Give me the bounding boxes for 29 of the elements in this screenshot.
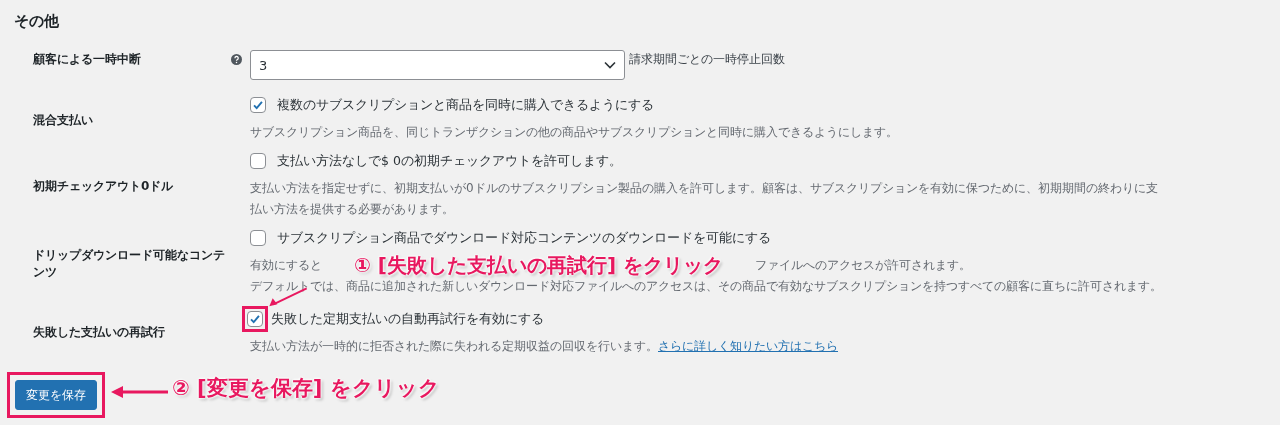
description-text: 払い方法を提供する必要があります。 xyxy=(250,202,454,216)
annotation-arrow xyxy=(110,384,170,400)
annotation-text: ② [変更を保存] をクリック xyxy=(172,375,440,402)
save-button[interactable]: 変更を保存 xyxy=(15,380,97,410)
setting-label: 顧客による一時中断 xyxy=(33,50,142,68)
checkbox-label: 支払い方法なしで$ 0の初期チェックアウトを許可します。 xyxy=(277,152,622,170)
checkbox-label: 複数のサブスクリプションと商品を同時に購入できるようにする xyxy=(277,96,654,114)
description-text: 支払い方法を指定せずに、初期支払いが0ドルのサブスクリプション製品の購入を許可します。顧客は、サブスクリプションを有効に保つために、初期期間の終わりに支 xyxy=(250,181,1158,195)
setting-label: 混合支払い xyxy=(33,111,94,129)
checkbox-label: 失敗した定期支払いの自動再試行を有効にする xyxy=(271,310,544,328)
section-title: その他 xyxy=(14,11,60,32)
setting-label: 失敗した支払いの再試行 xyxy=(33,323,166,341)
field-hint: 請求期間ごとの一時停止回数 xyxy=(629,51,785,68)
checkbox[interactable] xyxy=(250,97,266,113)
description-text: ファイルへのアクセスが許可されます。 xyxy=(755,257,971,274)
annotation-text: ① [失敗した支払いの再試行] をクリック xyxy=(353,255,724,276)
checkbox-label: サブスクリプション商品でダウンロード対応コンテンツのダウンロードを可能にする xyxy=(277,229,771,247)
pause-count-select[interactable]: 3 xyxy=(250,50,625,80)
checkbox[interactable] xyxy=(250,230,266,246)
description-text: 有効にすると xyxy=(250,257,322,274)
setting-label: 初期チェックアウト0ドル xyxy=(33,178,175,195)
description-text: サブスクリプション商品を、同じトランザクションの他の商品やサブスクリプションと同時に購入できるようにします。 xyxy=(250,125,898,139)
setting-label: ドリップダウンロード可能なコンテンツ xyxy=(33,246,226,281)
description-text: 支払い方法が一時的に拒否された際に失われる定期収益の回収を行います。 xyxy=(250,339,658,353)
learn-more-link[interactable]: さらに詳しく知りたい方はこちら xyxy=(658,339,838,353)
checkbox[interactable] xyxy=(250,153,266,169)
checkbox[interactable] xyxy=(247,311,263,327)
help-icon[interactable] xyxy=(231,53,242,65)
caret-icon xyxy=(604,61,616,69)
